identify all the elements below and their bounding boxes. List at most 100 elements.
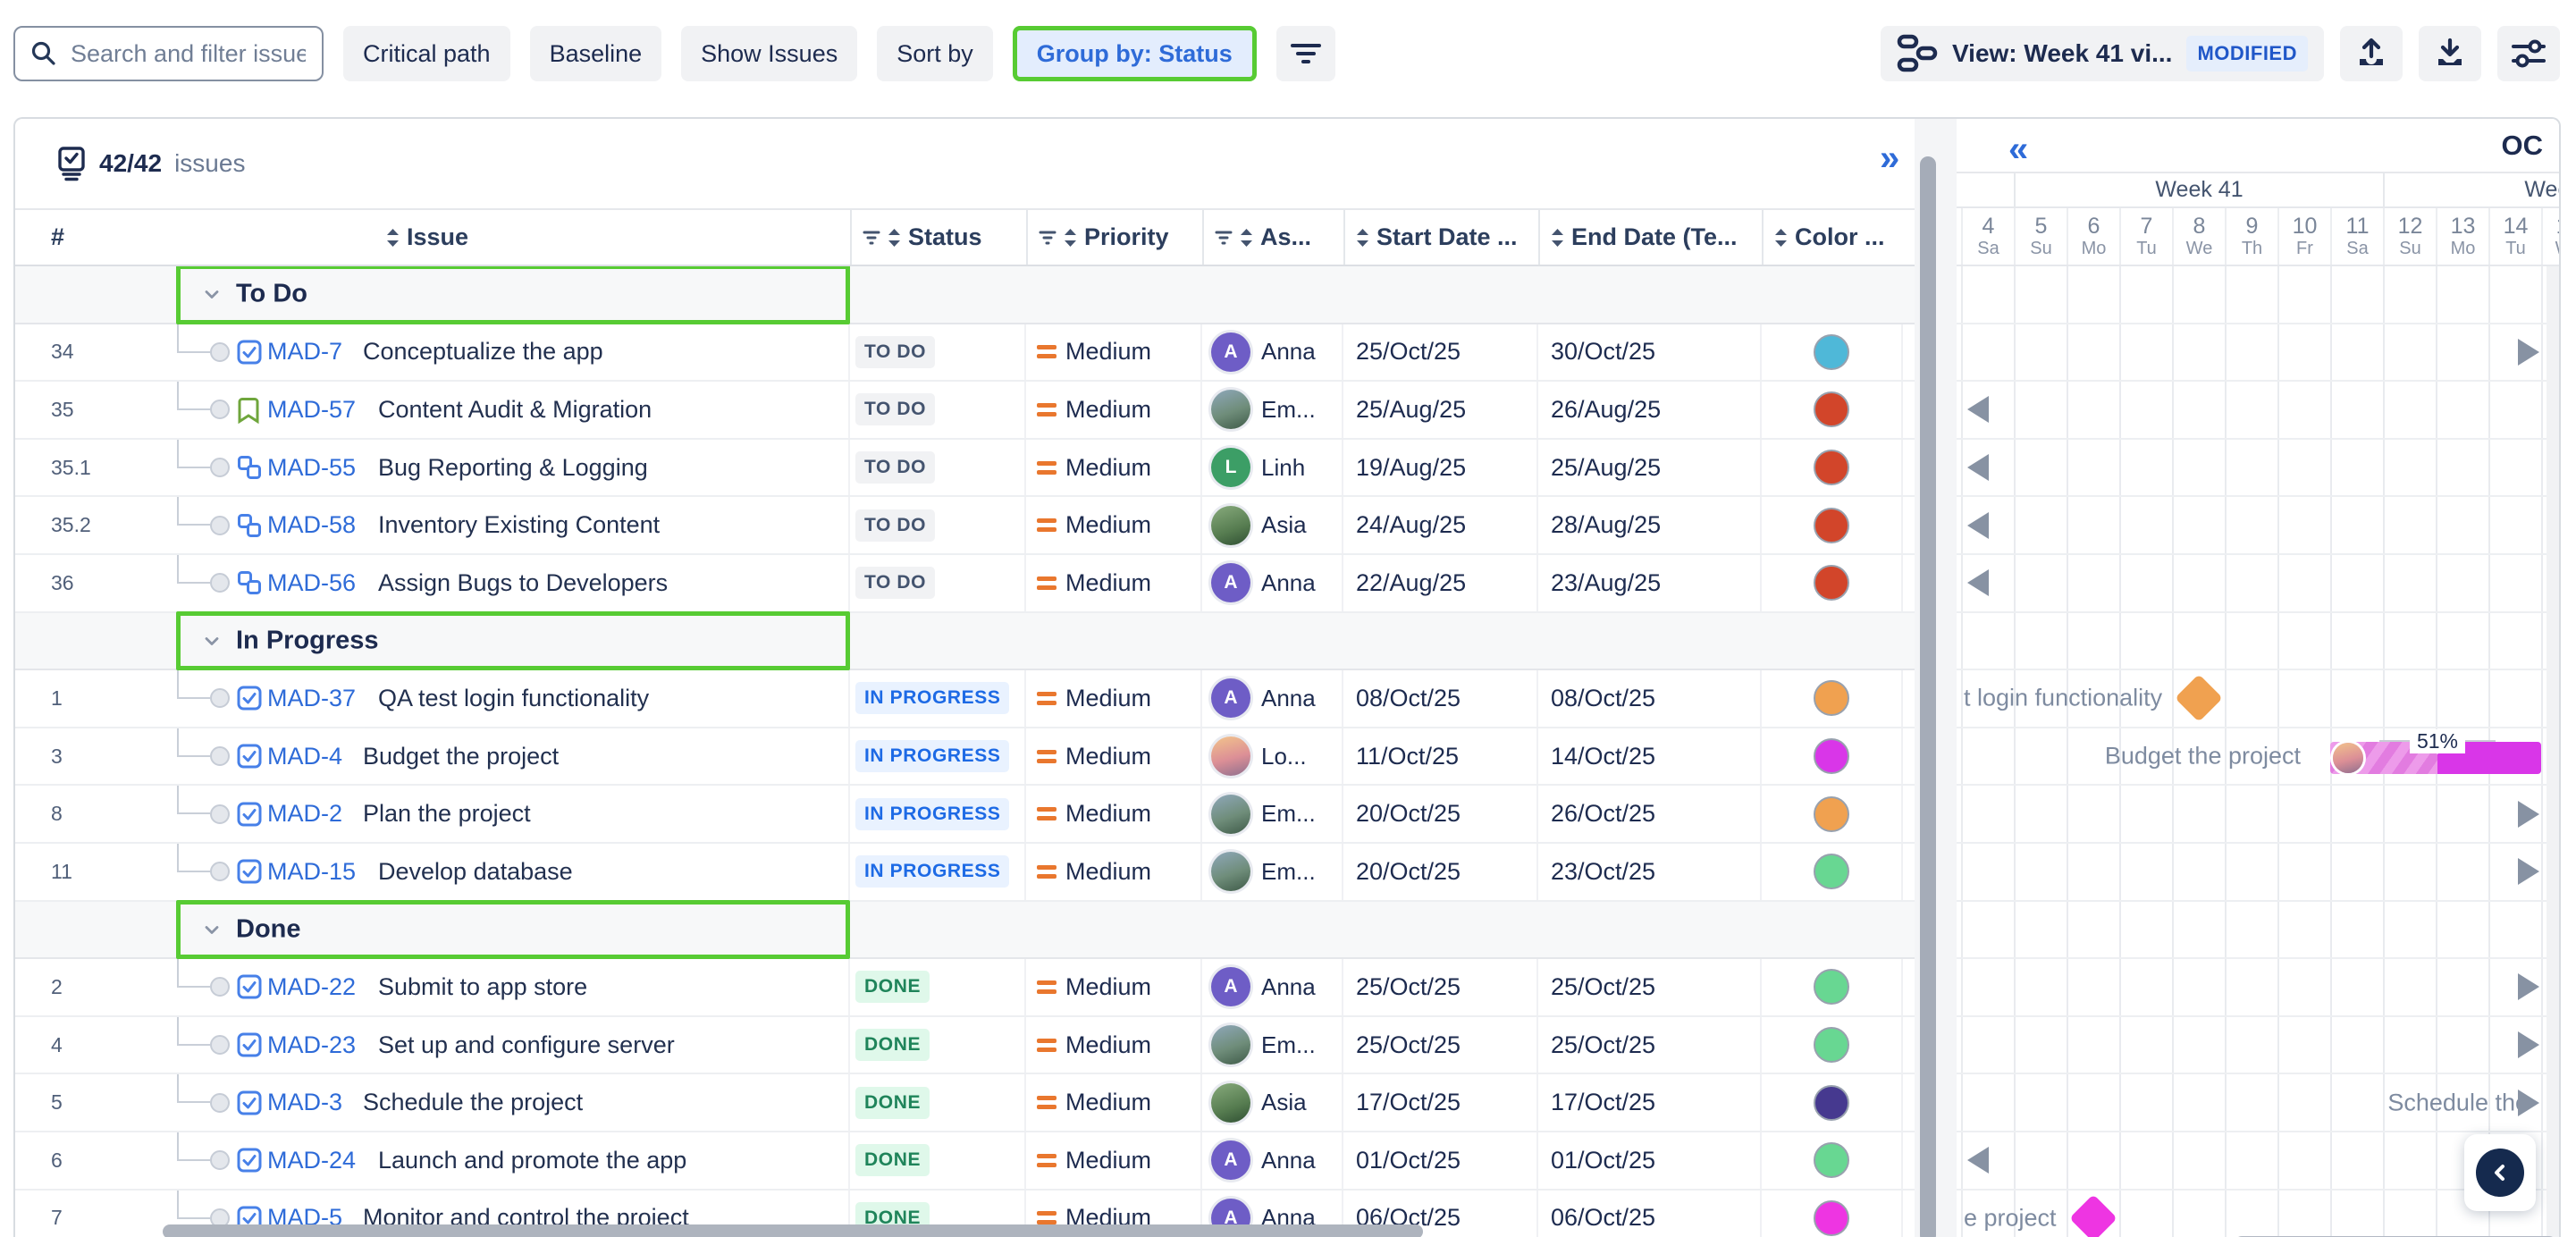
start-date-cell[interactable]: 01/Oct/25	[1343, 1132, 1538, 1189]
end-date-cell[interactable]: 26/Aug/25	[1538, 382, 1762, 438]
offscreen-right-arrow-icon[interactable]	[2518, 801, 2539, 828]
sort-icon[interactable]	[386, 228, 400, 248]
issue-summary[interactable]: QA test login functionality	[378, 685, 649, 712]
assignee-cell[interactable]: Em...	[1202, 382, 1343, 438]
column-header-start-date-[interactable]: Start Date ...	[1343, 210, 1538, 265]
filter-icon[interactable]	[1215, 230, 1233, 246]
row-bullet[interactable]	[210, 977, 230, 997]
color-cell[interactable]	[1762, 1132, 1903, 1189]
color-cell[interactable]	[1762, 959, 1903, 1015]
priority-cell[interactable]: Medium	[1026, 786, 1202, 842]
expand-table-chevrons[interactable]: »	[1880, 140, 1899, 176]
issue-row-mad-7[interactable]: 34 MAD-7Conceptualize the appTO DOMedium…	[15, 324, 1915, 383]
end-date-cell[interactable]: 06/Oct/25	[1538, 1191, 1762, 1237]
start-date-cell[interactable]: 17/Oct/25	[1343, 1074, 1538, 1131]
column-header-end-date-te-[interactable]: End Date (Te...	[1538, 210, 1762, 265]
status-badge[interactable]: TO DO	[855, 567, 935, 599]
status-badge[interactable]: DONE	[855, 971, 930, 1003]
issue-summary[interactable]: Plan the project	[363, 800, 531, 828]
row-bullet[interactable]	[210, 1035, 230, 1055]
baseline-button[interactable]: Baseline	[530, 26, 662, 81]
end-date-cell[interactable]: 14/Oct/25	[1538, 728, 1762, 785]
row-bullet[interactable]	[210, 400, 230, 419]
issue-row-mad-2[interactable]: 8 MAD-2Plan the projectIN PROGRESSMedium…	[15, 786, 1915, 844]
offscreen-left-arrow-icon[interactable]	[1967, 454, 1989, 481]
upload-button[interactable]	[2340, 26, 2403, 81]
assignee-cell[interactable]: LLinh	[1202, 440, 1343, 496]
issue-summary[interactable]: Bug Reporting & Logging	[378, 454, 648, 482]
color-dot[interactable]	[1814, 391, 1849, 427]
offscreen-right-arrow-icon[interactable]	[2518, 973, 2539, 1000]
end-date-cell[interactable]: 25/Oct/25	[1538, 1017, 1762, 1073]
status-badge[interactable]: TO DO	[855, 451, 935, 484]
offscreen-left-arrow-icon[interactable]	[1967, 512, 1989, 539]
start-date-cell[interactable]: 24/Aug/25	[1343, 497, 1538, 553]
end-date-cell[interactable]: 30/Oct/25	[1538, 324, 1762, 381]
color-cell[interactable]	[1762, 440, 1903, 496]
issue-key-link[interactable]: MAD-57	[267, 396, 356, 424]
assignee-cell[interactable]: Asia	[1202, 1074, 1343, 1131]
issue-summary[interactable]: Schedule the project	[363, 1089, 583, 1116]
column-header-status[interactable]: Status	[850, 210, 1026, 265]
sort-icon[interactable]	[1240, 228, 1253, 248]
start-date-cell[interactable]: 20/Oct/25	[1343, 844, 1538, 900]
end-date-cell[interactable]: 01/Oct/25	[1538, 1132, 1762, 1189]
start-date-cell[interactable]: 11/Oct/25	[1343, 728, 1538, 785]
color-dot[interactable]	[1814, 1027, 1849, 1063]
chevron-down-icon[interactable]	[201, 283, 223, 305]
color-cell[interactable]	[1762, 786, 1903, 842]
color-dot[interactable]	[1814, 565, 1849, 601]
issue-row-mad-57[interactable]: 35 MAD-57Content Audit & MigrationTO DOM…	[15, 382, 1915, 440]
color-dot[interactable]	[1814, 1142, 1849, 1178]
column-header-issue[interactable]: Issue	[96, 210, 850, 265]
color-cell[interactable]	[1762, 1191, 1903, 1237]
column-header-as-[interactable]: As...	[1202, 210, 1343, 265]
chevron-down-icon[interactable]	[201, 919, 223, 940]
color-cell[interactable]	[1762, 728, 1903, 785]
offscreen-right-arrow-icon[interactable]	[2518, 1090, 2539, 1116]
group-header-to-do[interactable]: To Do	[15, 266, 1915, 324]
assignee-cell[interactable]: Asia	[1202, 497, 1343, 553]
status-badge[interactable]: IN PROGRESS	[855, 682, 1009, 714]
priority-cell[interactable]: Medium	[1026, 959, 1202, 1015]
view-selector-button[interactable]: View: Week 41 vi... MODIFIED	[1881, 26, 2324, 81]
color-dot[interactable]	[1814, 508, 1849, 543]
issue-key-link[interactable]: MAD-58	[267, 511, 356, 539]
priority-cell[interactable]: Medium	[1026, 1017, 1202, 1073]
assignee-cell[interactable]: Em...	[1202, 844, 1343, 900]
issue-key-link[interactable]: MAD-37	[267, 685, 356, 712]
issue-key-link[interactable]: MAD-4	[267, 743, 342, 770]
row-bullet[interactable]	[210, 342, 230, 362]
row-bullet[interactable]	[210, 746, 230, 766]
issue-key-link[interactable]: MAD-55	[267, 454, 356, 482]
row-bullet[interactable]	[210, 688, 230, 708]
color-cell[interactable]	[1762, 1074, 1903, 1131]
issue-row-mad-24[interactable]: 6 MAD-24Launch and promote the appDONEMe…	[15, 1132, 1915, 1191]
sort-by-button[interactable]: Sort by	[877, 26, 993, 81]
color-dot[interactable]	[1814, 680, 1849, 716]
assignee-cell[interactable]: AAnna	[1202, 670, 1343, 727]
download-button[interactable]	[2419, 26, 2481, 81]
issue-summary[interactable]: Launch and promote the app	[378, 1147, 686, 1174]
vertical-scrollbar-thumb[interactable]	[1920, 156, 1936, 1237]
start-date-cell[interactable]: 25/Oct/25	[1343, 959, 1538, 1015]
color-cell[interactable]	[1762, 555, 1903, 611]
priority-cell[interactable]: Medium	[1026, 670, 1202, 727]
task-bar-mad-4[interactable]: 51%	[2330, 742, 2541, 774]
chevron-down-icon[interactable]	[201, 630, 223, 652]
issue-key-link[interactable]: MAD-2	[267, 800, 342, 828]
start-date-cell[interactable]: 19/Aug/25	[1343, 440, 1538, 496]
priority-cell[interactable]: Medium	[1026, 324, 1202, 381]
end-date-cell[interactable]: 26/Oct/25	[1538, 786, 1762, 842]
row-bullet[interactable]	[210, 458, 230, 477]
end-date-cell[interactable]: 23/Oct/25	[1538, 844, 1762, 900]
issue-key-link[interactable]: MAD-22	[267, 973, 356, 1001]
sort-icon[interactable]	[1356, 228, 1369, 248]
issue-row-mad-58[interactable]: 35.2 MAD-58Inventory Existing ContentTO …	[15, 497, 1915, 555]
row-bullet[interactable]	[210, 1150, 230, 1170]
filter-icon[interactable]	[863, 230, 880, 246]
status-badge[interactable]: TO DO	[855, 509, 935, 542]
issue-row-mad-23[interactable]: 4 MAD-23Set up and configure serverDONEM…	[15, 1017, 1915, 1075]
row-bullet[interactable]	[210, 804, 230, 824]
priority-cell[interactable]: Medium	[1026, 382, 1202, 438]
